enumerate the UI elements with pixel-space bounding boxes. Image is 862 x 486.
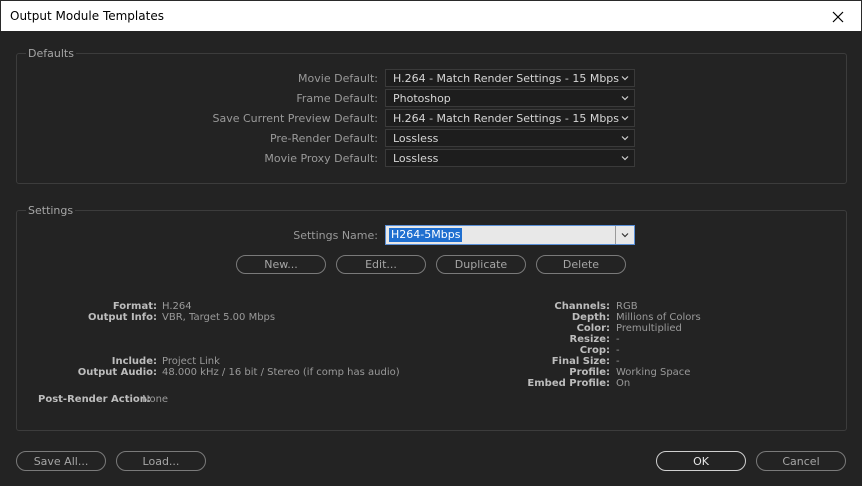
pre-render-default-dropdown[interactable]: Lossless — [385, 129, 635, 147]
close-button[interactable] — [815, 1, 861, 32]
depth-value: Millions of Colors — [616, 312, 701, 323]
chevron-down-icon — [621, 76, 629, 81]
output-info-label: Output Info: — [88, 312, 157, 323]
chevron-down-icon — [621, 156, 629, 161]
edit-button[interactable]: Edit... — [336, 255, 426, 274]
title-bar: Output Module Templates — [0, 0, 862, 31]
final-size-value: - — [616, 356, 620, 367]
movie-proxy-default-value: Lossless — [393, 152, 439, 165]
post-render-label: Post-Render Action: — [38, 394, 151, 405]
movie-default-value: H.264 - Match Render Settings - 15 Mbps — [393, 72, 620, 85]
window-title: Output Module Templates — [10, 9, 164, 23]
post-render-value: None — [142, 394, 169, 405]
embed-profile-value: On — [616, 378, 631, 389]
settings-name-input[interactable]: H264-5Mbps — [389, 228, 463, 242]
settings-group-label: Settings — [26, 204, 76, 217]
preview-default-dropdown[interactable]: H.264 - Match Render Settings - 15 Mbps — [385, 109, 635, 127]
color-value: Premultiplied — [616, 323, 682, 334]
new-button[interactable]: New... — [236, 255, 326, 274]
resize-label: Resize: — [569, 334, 610, 345]
settings-name-label: Settings Name: — [293, 229, 378, 242]
channels-value: RGB — [616, 301, 638, 312]
output-audio-label: Output Audio: — [77, 367, 157, 378]
depth-label: Depth: — [571, 312, 610, 323]
delete-button[interactable]: Delete — [536, 255, 626, 274]
preview-default-label: Save Current Preview Default: — [212, 112, 378, 125]
format-value: H.264 — [162, 301, 192, 312]
crop-value: - — [616, 345, 620, 356]
pre-render-default-label: Pre-Render Default: — [269, 132, 378, 145]
embed-profile-label: Embed Profile: — [527, 378, 610, 389]
frame-default-dropdown[interactable]: Photoshop — [385, 89, 635, 107]
settings-name-dropdown-button[interactable] — [615, 226, 634, 244]
chevron-down-icon — [621, 116, 629, 121]
movie-default-dropdown[interactable]: H.264 - Match Render Settings - 15 Mbps — [385, 69, 635, 87]
movie-proxy-default-dropdown[interactable]: Lossless — [385, 149, 635, 167]
format-label: Format: — [112, 301, 157, 312]
resize-value: - — [616, 334, 620, 345]
ok-button[interactable]: OK — [656, 451, 746, 471]
frame-default-label: Frame Default: — [296, 92, 378, 105]
profile-value: Working Space — [616, 367, 691, 378]
pre-render-default-value: Lossless — [393, 132, 439, 145]
save-all-button[interactable]: Save All... — [16, 451, 106, 471]
chevron-down-icon — [621, 96, 629, 101]
duplicate-button[interactable]: Duplicate — [436, 255, 526, 274]
output-audio-value: 48.000 kHz / 16 bit / Stereo (if comp ha… — [162, 367, 400, 378]
preview-default-value: H.264 - Match Render Settings - 15 Mbps — [393, 112, 620, 125]
include-label: Include: — [111, 356, 157, 367]
profile-label: Profile: — [569, 367, 610, 378]
settings-name-combobox[interactable]: H264-5Mbps — [385, 225, 635, 245]
movie-proxy-default-label: Movie Proxy Default: — [264, 152, 378, 165]
crop-label: Crop: — [579, 345, 610, 356]
movie-default-label: Movie Default: — [298, 72, 378, 85]
final-size-label: Final Size: — [551, 356, 610, 367]
include-value: Project Link — [162, 356, 220, 367]
chevron-down-icon — [621, 136, 629, 141]
load-button[interactable]: Load... — [116, 451, 206, 471]
defaults-group-label: Defaults — [26, 47, 76, 60]
chevron-down-icon — [621, 233, 629, 238]
frame-default-value: Photoshop — [393, 92, 451, 105]
output-info-value: VBR, Target 5.00 Mbps — [162, 312, 276, 323]
cancel-button[interactable]: Cancel — [756, 451, 846, 471]
color-label: Color: — [576, 323, 610, 334]
close-icon — [832, 11, 844, 22]
channels-label: Channels: — [554, 301, 610, 312]
